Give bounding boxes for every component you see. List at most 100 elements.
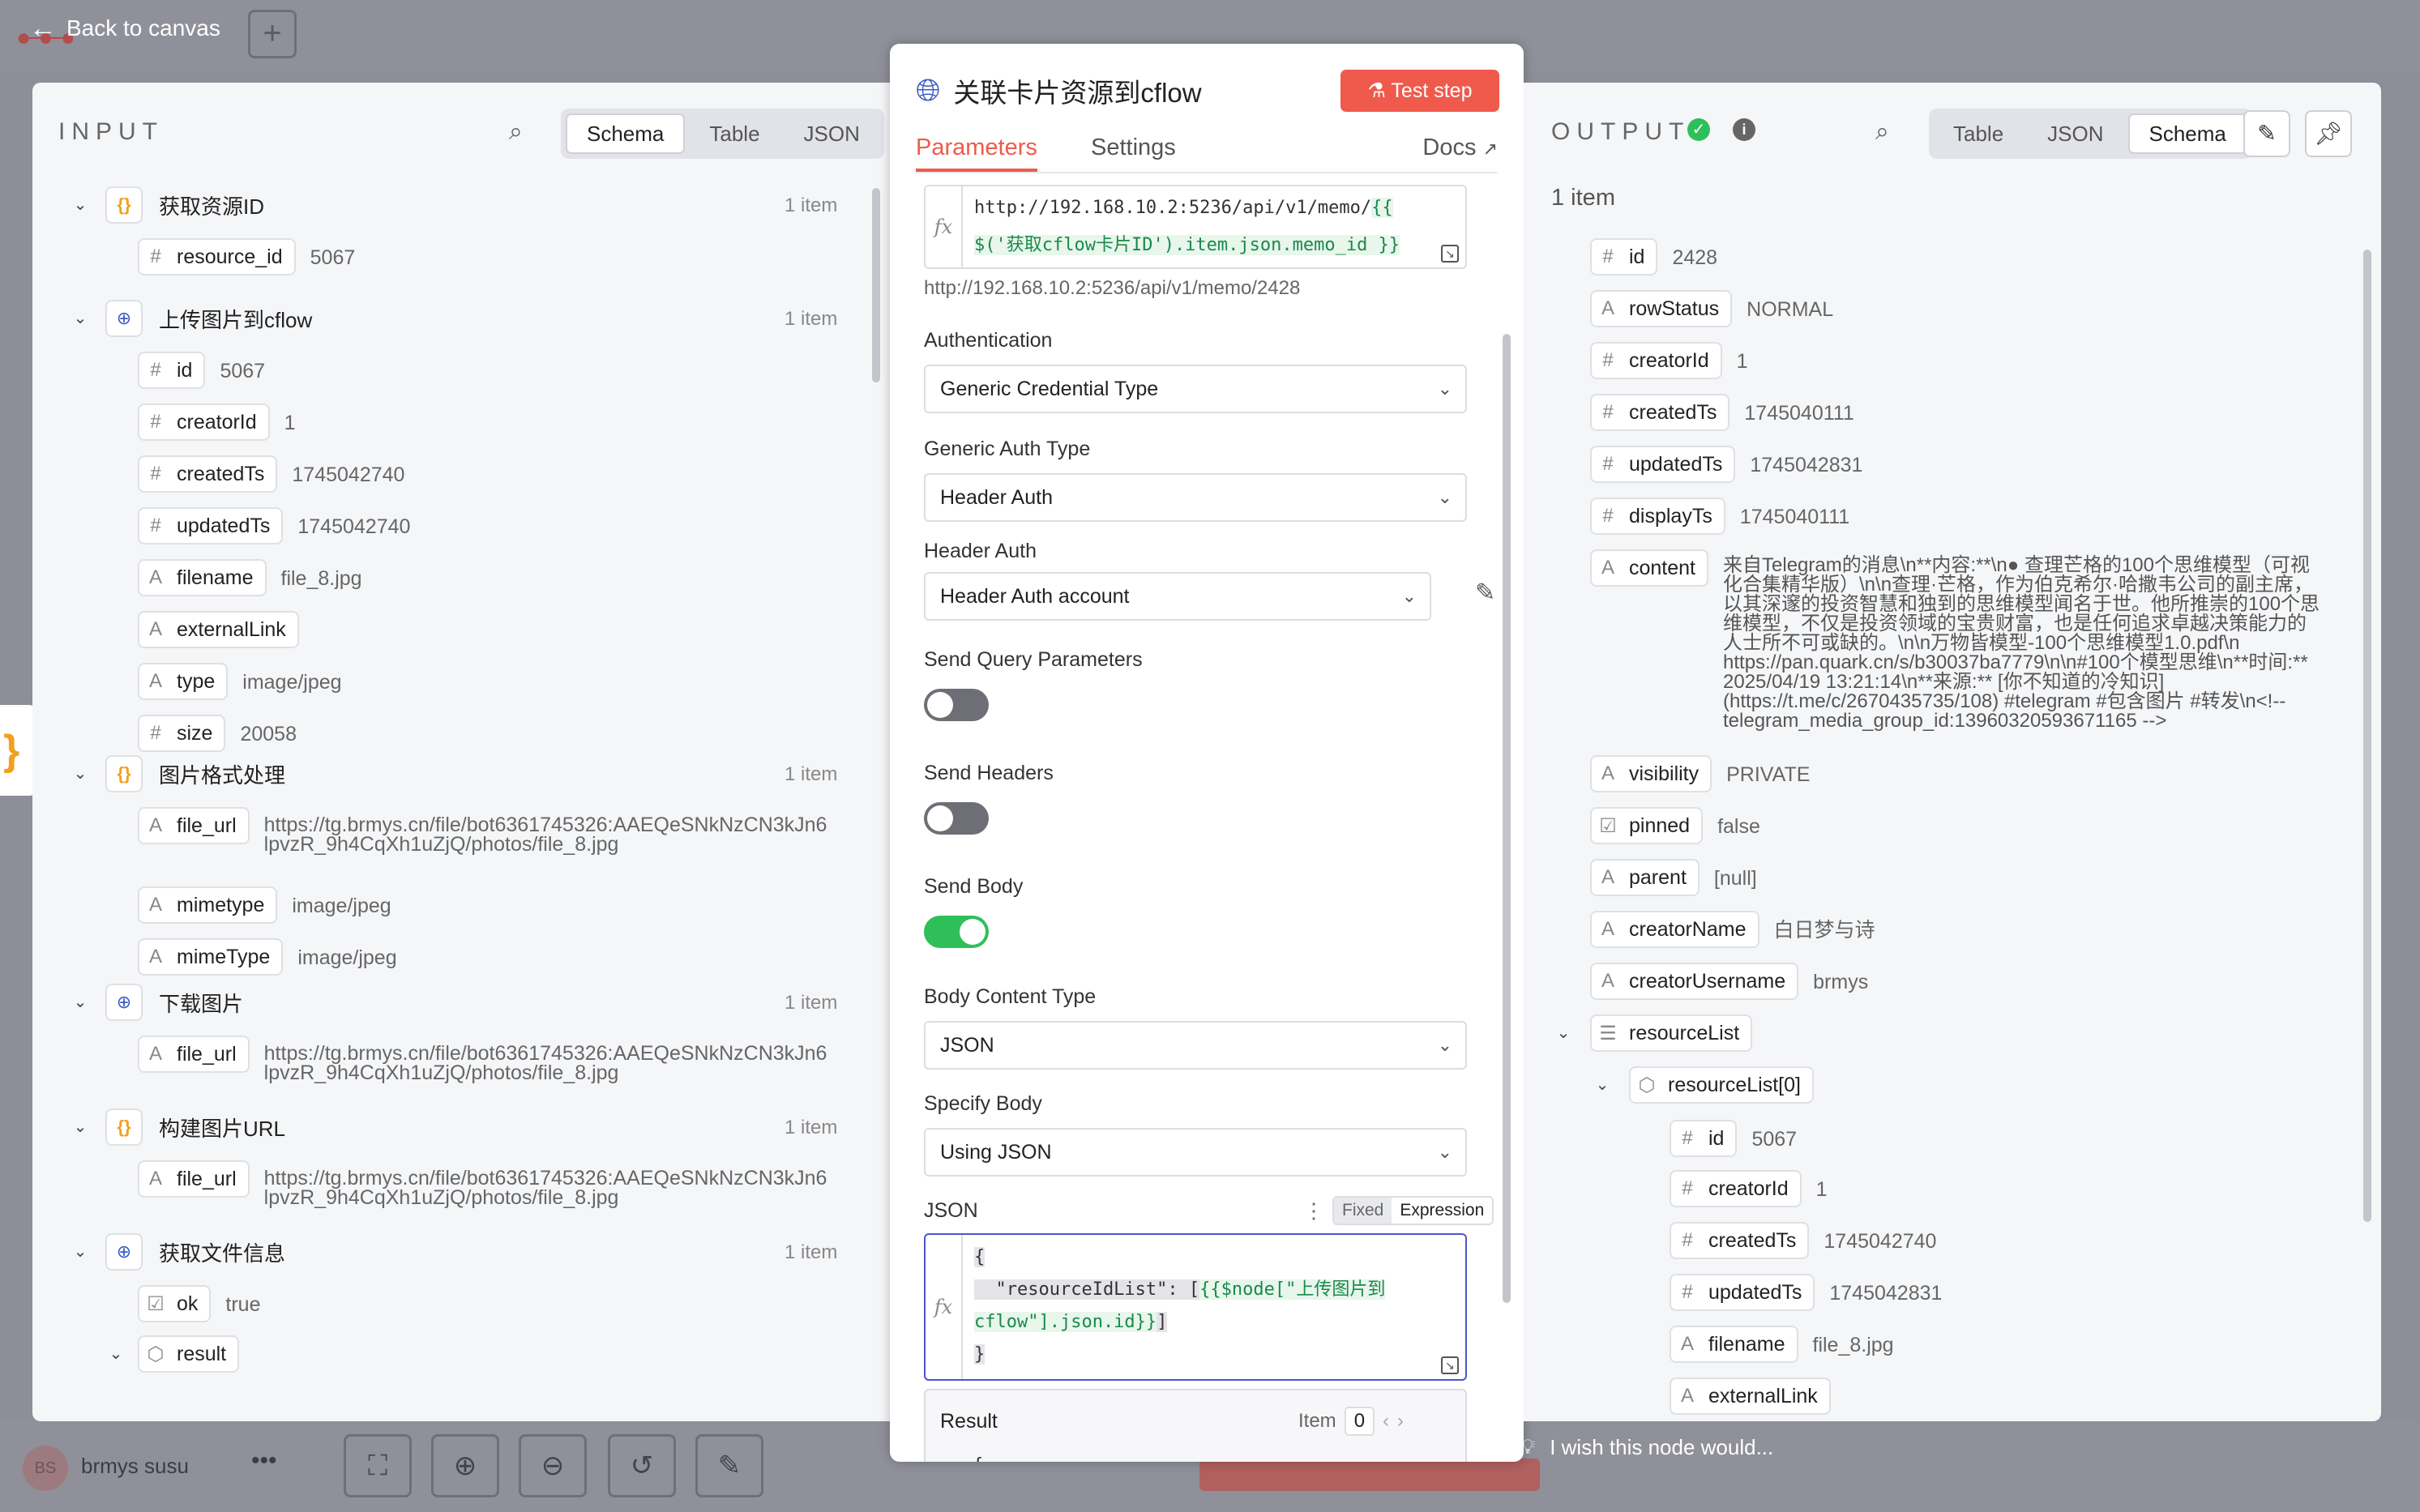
result-item-number[interactable]: 0 [1344, 1407, 1375, 1436]
field-key-pill[interactable]: Afile_url [138, 1160, 250, 1198]
schema-field[interactable]: AcreatorUsername brmys [1590, 963, 1868, 1000]
schema-field[interactable]: Amimetype image/jpeg [138, 886, 391, 924]
chevron-down-icon[interactable]: ⌄ [68, 1241, 92, 1262]
tidy-up-button[interactable]: ✎ [695, 1434, 763, 1497]
schema-field[interactable]: # creatorId 1 [1670, 1170, 1828, 1207]
output-tab-table[interactable]: Table [1934, 113, 2023, 154]
field-key-pill[interactable]: AexternalLink [138, 611, 299, 648]
chevron-down-icon[interactable]: ⌄ [68, 763, 92, 784]
execute-workflow-button[interactable] [1199, 1459, 1540, 1491]
input-tab-json[interactable]: JSON [785, 113, 879, 154]
chevron-down-icon[interactable]: ⌄ [68, 992, 92, 1012]
zoom-out-button[interactable]: ⊖ [519, 1434, 587, 1497]
schema-field[interactable]: ⬡ result [138, 1335, 240, 1373]
schema-field[interactable]: AmimeType image/jpeg [138, 938, 397, 976]
add-node-button[interactable]: + [248, 10, 297, 58]
schema-field[interactable]: # creatorId 1 [1590, 342, 1748, 379]
zoom-in-button[interactable]: ⊕ [431, 1434, 499, 1497]
field-key-pill[interactable]: AcreatorName [1590, 911, 1759, 948]
input-tab-schema[interactable]: Schema [566, 113, 686, 154]
input-node[interactable]: ⊕ 上传图片到cflow [105, 297, 312, 340]
input-tab-table[interactable]: Table [690, 113, 779, 154]
field-key-pill[interactable]: # updatedTs [138, 507, 284, 545]
schema-field[interactable]: ☑ ok true [138, 1285, 261, 1322]
output-tab-schema[interactable]: Schema [2127, 113, 2247, 154]
field-key-pill[interactable]: # createdTs [1590, 394, 1730, 431]
schema-field[interactable]: ☰ resourceList [1590, 1014, 1753, 1052]
schema-field[interactable]: # createdTs 1745042740 [1670, 1222, 1936, 1259]
send-body-toggle[interactable] [924, 916, 989, 948]
specify-body-select[interactable]: Using JSON ⌄ [924, 1128, 1467, 1177]
search-icon[interactable]: ⌕ [509, 118, 523, 146]
field-key-pill[interactable]: Avisibility [1590, 755, 1712, 792]
node-title-text[interactable]: 关联卡片资源到cflow [953, 71, 1201, 110]
info-icon[interactable]: i [1733, 118, 1755, 141]
test-step-button[interactable]: ⚗ Test step [1340, 70, 1499, 112]
field-key-pill[interactable]: Afilename [1670, 1326, 1798, 1363]
reset-zoom-button[interactable]: ↺ [608, 1434, 676, 1497]
input-node[interactable]: {} 图片格式处理 [105, 752, 285, 796]
schema-field[interactable]: ⬡ resourceList[0] [1629, 1066, 1814, 1104]
field-key-pill[interactable]: ⬡ resourceList[0] [1629, 1066, 1814, 1104]
user-more-button[interactable]: ••• [251, 1447, 277, 1475]
json-expression-editor[interactable]: fx { "resourceIdList": [{{$node["上传图片到 c… [924, 1233, 1467, 1381]
field-key-pill[interactable]: ⬡ result [138, 1335, 240, 1373]
field-key-pill[interactable]: ☑ ok [138, 1285, 212, 1322]
chevron-down-icon[interactable]: ⌄ [68, 194, 92, 215]
fit-view-button[interactable]: ⛶ [344, 1434, 412, 1497]
docs-link[interactable]: Docs ↗ [1422, 135, 1498, 161]
input-scrollbar[interactable] [872, 188, 880, 382]
edit-credential-icon[interactable]: ✎ [1475, 579, 1495, 607]
authentication-select[interactable]: Generic Credential Type ⌄ [924, 365, 1467, 413]
field-key-pill[interactable]: # createdTs [1670, 1222, 1810, 1259]
field-key-pill[interactable]: # creatorId [1590, 342, 1722, 379]
schema-field[interactable]: Aparent [null] [1590, 859, 1757, 896]
json-mode-expression[interactable]: Expression [1392, 1198, 1493, 1224]
schema-field[interactable]: Afilename file_8.jpg [1670, 1326, 1894, 1363]
schema-field[interactable]: AexternalLink [138, 611, 299, 648]
url-expression-input[interactable]: fx http://192.168.10.2:5236/api/v1/memo/… [924, 185, 1467, 269]
field-key-pill[interactable]: # size [138, 715, 226, 752]
schema-field[interactable]: AcreatorName 白日梦与诗 [1590, 911, 1875, 948]
ndv-scrollbar[interactable] [1503, 334, 1511, 1303]
schema-field[interactable]: Acontent 来自Telegram的消息\n**内容:**\n● 查理芒格的1… [1590, 549, 2323, 731]
schema-field[interactable]: # displayTs 1745040111 [1590, 498, 1849, 535]
send-query-toggle[interactable] [924, 689, 989, 721]
chevron-right-icon[interactable]: › [1397, 1410, 1404, 1433]
edit-output-button[interactable]: ✎ [2243, 110, 2290, 157]
search-icon[interactable]: ⌕ [1875, 118, 1889, 146]
back-to-canvas-button[interactable]: ← Back to canvas [29, 10, 220, 47]
schema-field[interactable]: Afile_url https://tg.brmys.cn/file/bot636… [138, 1036, 832, 1083]
schema-field[interactable]: # creatorId 1 [138, 404, 296, 441]
field-key-pill[interactable]: Atype [138, 663, 229, 700]
schema-field[interactable]: Afilename file_8.jpg [138, 559, 362, 596]
schema-field[interactable]: # size 20058 [138, 715, 297, 752]
header-auth-select[interactable]: Header Auth account ⌄ [924, 572, 1431, 621]
chevron-down-icon[interactable]: ⌄ [104, 1343, 128, 1364]
schema-field[interactable]: # updatedTs 1745042740 [138, 507, 410, 545]
chevron-down-icon[interactable]: ⌄ [68, 308, 92, 328]
output-scrollbar[interactable] [2363, 250, 2371, 1222]
expand-editor-icon[interactable]: ↘ [1441, 245, 1459, 263]
field-key-pill[interactable]: ArowStatus [1590, 290, 1733, 327]
schema-field[interactable]: # id 5067 [138, 352, 265, 389]
send-headers-toggle[interactable] [924, 802, 989, 835]
schema-field[interactable]: # updatedTs 1745042831 [1670, 1274, 1942, 1311]
field-key-pill[interactable]: # createdTs [138, 455, 278, 493]
schema-field[interactable]: AexternalLink [1670, 1377, 1831, 1415]
field-key-pill[interactable]: ☑ pinned [1590, 807, 1704, 844]
field-key-pill[interactable]: AmimeType [138, 938, 284, 976]
chevron-down-icon[interactable]: ⌄ [1590, 1074, 1614, 1095]
tab-parameters[interactable]: Parameters [916, 135, 1037, 172]
output-tab-json[interactable]: JSON [2028, 113, 2123, 154]
field-key-pill[interactable]: Amimetype [138, 886, 278, 924]
input-node[interactable]: {} 构建图片URL [105, 1105, 285, 1149]
field-key-pill[interactable]: Afile_url [138, 1036, 250, 1073]
field-key-pill[interactable]: # id [138, 352, 206, 389]
schema-field[interactable]: ArowStatus NORMAL [1590, 290, 1833, 327]
field-key-pill[interactable]: # resource_id [138, 238, 296, 275]
schema-field[interactable]: # id 2428 [1590, 238, 1717, 275]
field-key-pill[interactable]: Afile_url [138, 807, 250, 844]
more-options-icon[interactable]: ⋮ [1303, 1198, 1324, 1224]
json-mode-fixed[interactable]: Fixed [1334, 1198, 1392, 1224]
